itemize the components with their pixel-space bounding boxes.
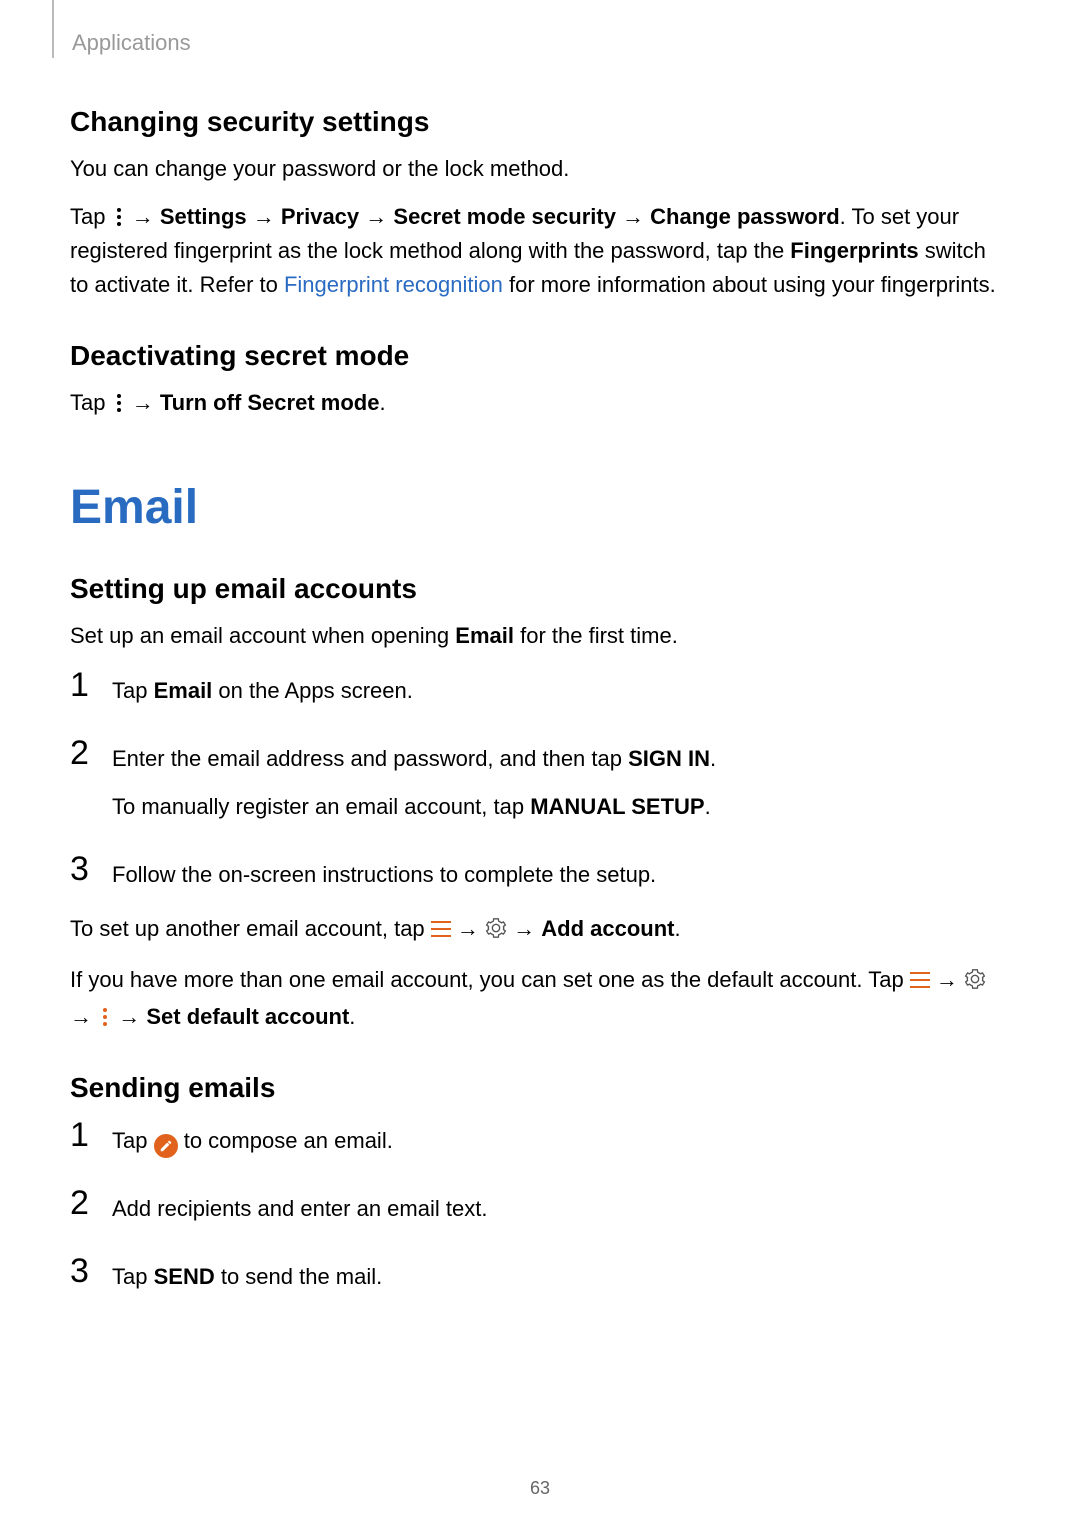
step-number: 1: [70, 1118, 94, 1152]
step-1: 1 Tap Email on the Apps screen.: [70, 668, 1010, 722]
header-rule: [52, 0, 54, 58]
heading-sending-emails: Sending emails: [70, 1072, 1010, 1104]
menu-item-turn-off-secret-mode: Turn off Secret mode: [160, 390, 380, 415]
step-2: 2 Add recipients and enter an email text…: [70, 1186, 1010, 1240]
link-fingerprint-recognition[interactable]: Fingerprint recognition: [284, 272, 503, 297]
text: →: [930, 967, 964, 992]
text: →: [112, 1004, 146, 1029]
paragraph: Set up an email account when opening Ema…: [70, 619, 1010, 653]
menu-item-privacy: Privacy: [281, 204, 359, 229]
text: →: [126, 390, 160, 415]
compose-icon: [154, 1134, 178, 1158]
text: to send the mail.: [215, 1264, 383, 1289]
text: Tap: [70, 204, 112, 229]
settings-gear-icon: [485, 915, 507, 949]
text: To manually register an email account, t…: [112, 794, 530, 819]
text: →: [247, 204, 281, 229]
text: .: [674, 916, 680, 941]
text: for more information about using your fi…: [503, 272, 996, 297]
menu-item-add-account: Add account: [541, 916, 674, 941]
text: →: [616, 204, 650, 229]
more-options-icon: [112, 392, 126, 414]
label-email-app: Email: [455, 623, 514, 648]
step-number: 2: [70, 736, 94, 770]
paragraph: To set up another email account, tap → →…: [70, 912, 1010, 949]
text: →: [126, 204, 160, 229]
step-body: Tap Email on the Apps screen.: [112, 668, 1010, 722]
button-send: SEND: [154, 1264, 215, 1289]
step-3: 3 Follow the on-screen instructions to c…: [70, 852, 1010, 906]
page-number: 63: [0, 1478, 1080, 1499]
menu-icon: [431, 921, 451, 937]
text: Tap: [112, 1128, 154, 1153]
more-options-icon: [98, 1006, 112, 1028]
button-sign-in: SIGN IN: [628, 746, 710, 771]
text: Add recipients and enter an email text.: [112, 1192, 1010, 1226]
step-3: 3 Tap SEND to send the mail.: [70, 1254, 1010, 1308]
step-2: 2 Enter the email address and password, …: [70, 736, 1010, 838]
menu-icon: [910, 972, 930, 988]
step-number: 3: [70, 852, 94, 886]
text: for the first time.: [514, 623, 678, 648]
text: To set up another email account, tap: [70, 916, 431, 941]
label-email-app: Email: [154, 678, 213, 703]
text: Enter the email address and password, an…: [112, 746, 628, 771]
text: .: [710, 746, 716, 771]
paragraph: Tap → Settings → Privacy → Secret mode s…: [70, 200, 1010, 302]
text: →: [359, 204, 393, 229]
text: to compose an email.: [178, 1128, 393, 1153]
text: .: [379, 390, 385, 415]
step-body: Enter the email address and password, an…: [112, 736, 1010, 838]
text: If you have more than one email account,…: [70, 967, 910, 992]
button-manual-setup: MANUAL SETUP: [530, 794, 704, 819]
step-1: 1 Tap to compose an email.: [70, 1118, 1010, 1172]
label-fingerprints: Fingerprints: [790, 238, 918, 263]
paragraph: Tap → Turn off Secret mode.: [70, 386, 1010, 420]
menu-item-secret-mode-security: Secret mode security: [393, 204, 616, 229]
more-options-icon: [112, 206, 126, 228]
text: on the Apps screen.: [212, 678, 413, 703]
settings-gear-icon: [964, 966, 986, 1000]
heading-changing-security: Changing security settings: [70, 106, 1010, 138]
menu-item-settings: Settings: [160, 204, 247, 229]
text: .: [705, 794, 711, 819]
text: .: [349, 1004, 355, 1029]
step-number: 2: [70, 1186, 94, 1220]
text: →: [451, 916, 485, 941]
step-body: Add recipients and enter an email text.: [112, 1186, 1010, 1240]
text: Set up an email account when opening: [70, 623, 455, 648]
running-header: Applications: [72, 30, 1010, 56]
step-number: 1: [70, 668, 94, 702]
paragraph: You can change your password or the lock…: [70, 152, 1010, 186]
text: Tap: [70, 390, 112, 415]
text: →: [70, 1004, 98, 1029]
step-body: Tap to compose an email.: [112, 1118, 1010, 1172]
heading-setting-up-email: Setting up email accounts: [70, 573, 1010, 605]
text: Follow the on-screen instructions to com…: [112, 858, 1010, 892]
step-number: 3: [70, 1254, 94, 1288]
menu-item-change-password: Change password: [650, 204, 839, 229]
step-body: Tap SEND to send the mail.: [112, 1254, 1010, 1308]
step-body: Follow the on-screen instructions to com…: [112, 852, 1010, 906]
text: Tap: [112, 678, 154, 703]
heading-email: Email: [70, 480, 1010, 535]
paragraph: If you have more than one email account,…: [70, 963, 1010, 1034]
text: →: [507, 916, 541, 941]
page: Applications Changing security settings …: [0, 0, 1080, 1527]
heading-deactivating-secret-mode: Deactivating secret mode: [70, 340, 1010, 372]
menu-item-set-default-account: Set default account: [146, 1004, 349, 1029]
text: Tap: [112, 1264, 154, 1289]
